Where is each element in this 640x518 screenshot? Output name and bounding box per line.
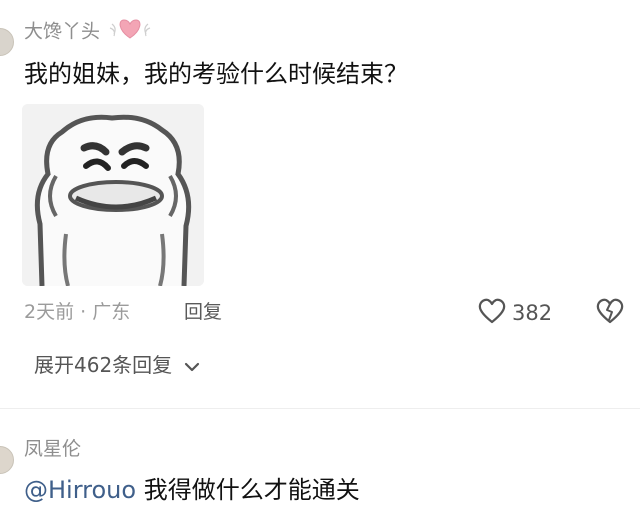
comment-text: @Hirrouo 我得做什么才能通关 xyxy=(24,474,360,506)
like-button[interactable]: 382 xyxy=(478,298,552,328)
username-text: 大馋丫头 xyxy=(24,20,101,43)
avatar[interactable] xyxy=(0,446,14,474)
comment-text: 我的姐妹，我的考验什么时候结束？ xyxy=(24,60,408,88)
expand-replies-label: 展开462条回复 xyxy=(34,353,173,377)
timestamp-location: 2天前 · 广东 xyxy=(24,301,131,323)
broken-heart-icon xyxy=(596,298,624,328)
expand-replies-button[interactable]: 展开462条回复 xyxy=(34,350,201,382)
reply-button[interactable]: 回复 xyxy=(184,296,222,328)
comment-username[interactable]: 大馋丫头 xyxy=(24,16,152,48)
heart-outline-icon xyxy=(478,298,506,328)
chevron-down-icon xyxy=(183,352,201,382)
heart-badge-icon xyxy=(108,16,152,48)
meme-face-sticker[interactable] xyxy=(22,104,204,286)
dislike-button[interactable] xyxy=(596,298,624,328)
comment-username[interactable]: 凤星伦 xyxy=(24,437,81,461)
comment-body: 我得做什么才能通关 xyxy=(136,476,360,504)
like-count: 382 xyxy=(512,301,553,325)
avatar[interactable] xyxy=(0,28,14,56)
divider xyxy=(0,408,640,409)
mention-link[interactable]: @Hirrouo xyxy=(24,476,136,504)
